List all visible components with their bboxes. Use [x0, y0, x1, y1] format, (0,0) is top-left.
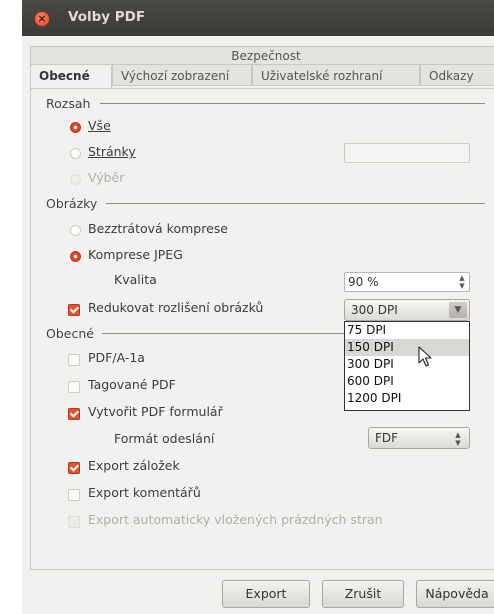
pdfa-checkbox[interactable]: [68, 354, 80, 366]
export-bookmarks-label: Export záložek: [88, 458, 180, 473]
close-icon: ×: [37, 12, 47, 25]
jpeg-label: Komprese JPEG: [88, 247, 183, 262]
dpi-option-300[interactable]: 300 DPI: [345, 356, 469, 373]
submit-format-label: Formát odeslání: [114, 431, 215, 446]
dpi-combo[interactable]: 300 DPI ▼: [344, 299, 470, 321]
cancel-button[interactable]: Zrušit: [322, 580, 404, 608]
lossless-radio[interactable]: [70, 225, 81, 236]
images-heading: Obrázky: [46, 196, 98, 211]
tagged-pdf-checkbox[interactable]: [68, 381, 80, 393]
quality-value: 90 %: [348, 275, 379, 289]
dpi-combo-value: 300 DPI: [351, 303, 398, 317]
pages-input[interactable]: [344, 143, 470, 163]
range-all-label: Vše: [88, 118, 111, 133]
tab-user-interface[interactable]: Uživatelské rozhraní: [252, 64, 420, 86]
export-comments-checkbox[interactable]: [68, 489, 80, 501]
quality-label: Kvalita: [114, 272, 157, 287]
help-button[interactable]: Nápověda: [416, 580, 494, 608]
pdf-options-dialog: × Volby PDF Bezpečnost Obecné Výchozí zo…: [22, 0, 494, 614]
lossless-label: Bezztrátová komprese: [88, 221, 228, 236]
updown-icon: ▲ ▼: [455, 431, 461, 447]
export-bookmarks-checkbox[interactable]: [68, 462, 80, 474]
tab-links[interactable]: Odkazy: [420, 64, 494, 86]
export-comments-label: Export komentářů: [88, 485, 201, 500]
quality-spinbox[interactable]: 90 % ▲ ▼: [344, 272, 470, 292]
jpeg-radio[interactable]: [70, 251, 81, 262]
dpi-option-600[interactable]: 600 DPI: [345, 373, 469, 390]
close-button[interactable]: ×: [34, 11, 50, 27]
submit-format-value: FDF: [375, 431, 399, 445]
images-divider: [106, 203, 485, 204]
range-pages-radio[interactable]: [70, 148, 81, 159]
dpi-option-150[interactable]: 150 DPI: [345, 339, 469, 356]
general-heading: Obecné: [46, 326, 94, 341]
chevron-down-icon[interactable]: ▼: [449, 302, 467, 318]
title-bar: × Volby PDF: [22, 0, 494, 36]
tab-row: Obecné Výchozí zobrazení Uživatelské roz…: [30, 64, 494, 88]
dpi-option-1200[interactable]: 1200 DPI: [345, 390, 469, 407]
export-blank-pages-checkbox[interactable]: [68, 516, 80, 528]
pdfa-label: PDF/A-1a: [88, 350, 145, 365]
mouse-pointer-icon: [418, 346, 432, 367]
window-title: Volby PDF: [68, 9, 146, 25]
create-form-checkbox[interactable]: [68, 408, 80, 420]
tab-initial-view[interactable]: Výchozí zobrazení: [112, 64, 252, 86]
range-heading: Rozsah: [46, 96, 91, 111]
tab-security[interactable]: Bezpečnost: [30, 46, 494, 65]
range-all-radio[interactable]: [70, 122, 81, 133]
tagged-pdf-label: Tagované PDF: [88, 377, 176, 392]
export-blank-pages-label: Export automaticky vložených prázdných s…: [88, 512, 383, 527]
reduce-resolution-label: Redukovat rozlišení obrázků: [88, 300, 264, 315]
range-selection-label: Výběr: [88, 170, 125, 185]
tab-general[interactable]: Obecné: [30, 64, 112, 88]
range-pages-label: Stránky: [88, 144, 136, 159]
range-divider: [100, 103, 485, 104]
reduce-resolution-checkbox[interactable]: [68, 304, 80, 316]
dpi-option-75[interactable]: 75 DPI: [345, 322, 469, 339]
export-button[interactable]: Export: [222, 580, 310, 608]
create-form-label: Vytvořit PDF formulář: [88, 404, 223, 419]
dpi-dropdown-list: 75 DPI 150 DPI 300 DPI 600 DPI 1200 DPI: [344, 321, 470, 411]
general-divider: [102, 333, 345, 334]
submit-format-combo[interactable]: FDF ▲ ▼: [368, 427, 470, 449]
range-selection-radio[interactable]: [70, 174, 81, 185]
spin-arrows-icon[interactable]: ▲ ▼: [457, 274, 467, 290]
